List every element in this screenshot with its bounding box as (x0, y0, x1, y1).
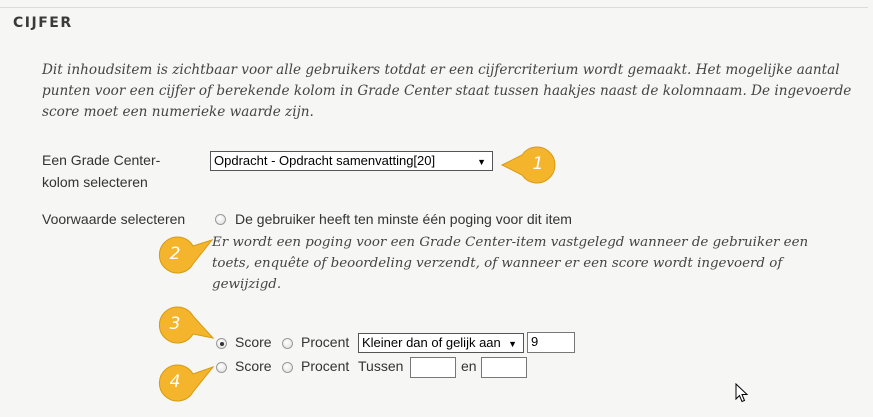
score-radio-1[interactable] (216, 338, 227, 349)
attempt-note: Er wordt een poging voor een Grade Cente… (212, 235, 809, 292)
callout-3: 3 (155, 306, 215, 344)
callout-4: 4 (155, 364, 215, 402)
mouse-cursor-icon (735, 383, 749, 403)
percent-radio-1[interactable] (282, 338, 293, 349)
callout-1: 1 (500, 146, 558, 184)
score-value-input[interactable]: 9 (527, 332, 575, 353)
column-select[interactable]: Opdracht - Opdracht samenvatting[20] ▼ (210, 151, 493, 171)
operator-select[interactable]: Kleiner dan of gelijk aan ▼ (358, 333, 524, 353)
dropdown-arrow-icon: ▼ (477, 157, 486, 167)
between-to-input[interactable] (481, 357, 527, 378)
section-title: CIJFER (13, 15, 73, 31)
and-label: en (461, 358, 477, 374)
top-divider (0, 7, 868, 8)
between-label: Tussen (358, 358, 404, 374)
percent-label-2[interactable]: Procent (301, 355, 349, 377)
column-label: Een Grade Center- kolom selecteren (42, 149, 160, 193)
column-label-line1: Een Grade Center- (42, 152, 161, 168)
operator-select-value: Kleiner dan of gelijk aan (362, 335, 501, 350)
dropdown-arrow-icon: ▼ (508, 339, 517, 349)
callout-3-number: 3 (169, 314, 181, 334)
score-label-1[interactable]: Score (235, 331, 272, 353)
percent-label-1[interactable]: Procent (301, 331, 349, 353)
callout-2: 2 (155, 236, 214, 274)
score-radio-2[interactable] (216, 362, 227, 373)
attempt-radio[interactable] (215, 214, 226, 225)
callout-4-number: 4 (169, 372, 181, 392)
intro-text: Dit inhoudsitem is zichtbaar voor alle g… (42, 62, 852, 120)
attempt-option-label[interactable]: De gebruiker heeft ten minste één poging… (235, 208, 572, 230)
score-label-2[interactable]: Score (235, 355, 272, 377)
column-label-line2: kolom selecteren (42, 174, 148, 190)
column-select-value: Opdracht - Opdracht samenvatting[20] (214, 153, 436, 168)
between-from-input[interactable] (410, 357, 456, 378)
percent-radio-2[interactable] (282, 362, 293, 373)
condition-label: Voorwaarde selecteren (42, 211, 186, 227)
callout-2-number: 2 (169, 244, 181, 264)
callout-1-number: 1 (532, 154, 544, 174)
